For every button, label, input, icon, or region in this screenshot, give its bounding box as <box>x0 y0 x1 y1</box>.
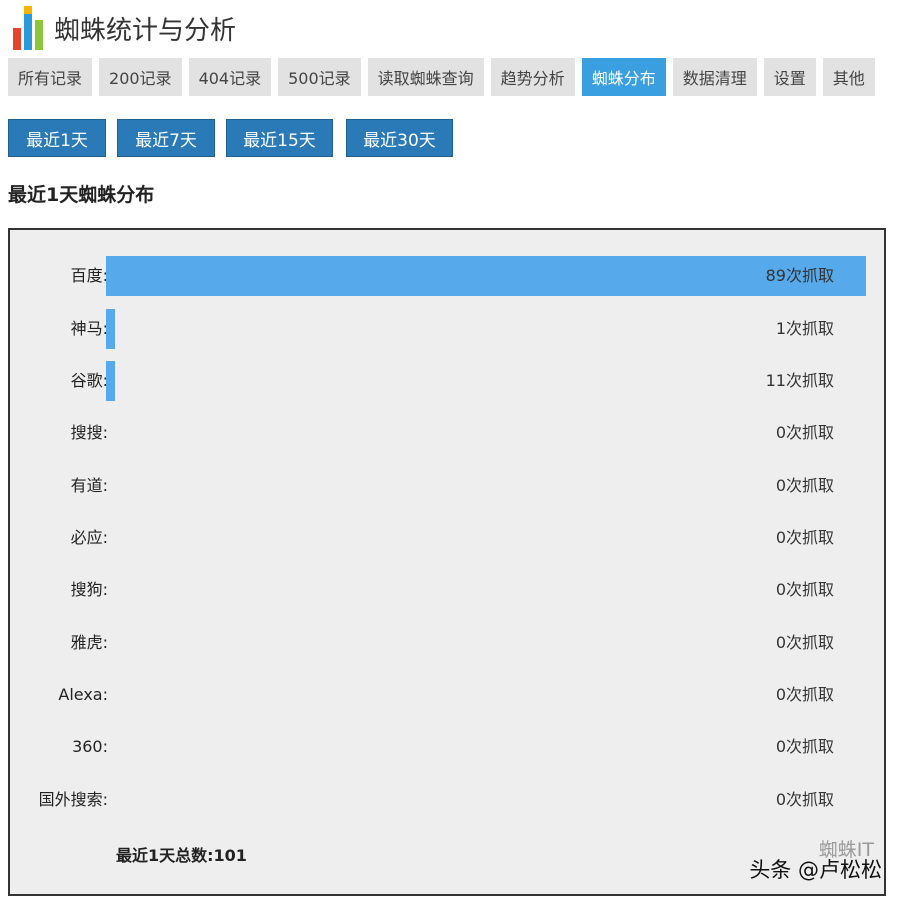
distribution-row: Alexa: 0次抓取 <box>10 675 884 715</box>
distribution-row: 必应: 0次抓取 <box>10 518 884 558</box>
distribution-row: 神马: 1次抓取 <box>10 309 884 349</box>
row-label: 神马: <box>70 319 108 338</box>
bar-value: 0次抓取 <box>775 633 834 652</box>
row-label: 必应: <box>70 528 108 547</box>
bar-value: 0次抓取 <box>775 580 834 599</box>
bar-value: 11次抓取 <box>765 371 834 390</box>
distribution-row: 搜搜: 0次抓取 <box>10 413 884 453</box>
row-label: 搜搜: <box>70 423 108 442</box>
row-label: 360: <box>72 737 108 756</box>
bar-value: 0次抓取 <box>775 685 834 704</box>
row-label: 国外搜索: <box>38 790 108 809</box>
bar-value: 0次抓取 <box>775 790 834 809</box>
distribution-panel: 最近1天总数:101 百度: 89次抓取神马: 1次抓取谷歌: 11次抓取搜搜: 0次抓… <box>8 228 886 896</box>
range-button[interactable]: 最近30天 <box>346 119 453 157</box>
nav-tab[interactable]: 404记录 <box>188 58 272 96</box>
bar-value: 0次抓取 <box>775 528 834 547</box>
bar-track: 0次抓取 <box>106 518 866 558</box>
row-label: 谷歌: <box>70 371 108 390</box>
nav-tab[interactable]: 所有记录 <box>8 58 93 96</box>
distribution-row: 谷歌: 11次抓取 <box>10 361 884 401</box>
range-button[interactable]: 最近1天 <box>8 119 106 157</box>
distribution-row: 百度: 89次抓取 <box>10 256 884 296</box>
total-count: 最近1天总数:101 <box>116 846 247 865</box>
nav-tab[interactable]: 数据清理 <box>672 58 757 96</box>
nav-tab[interactable]: 蜘蛛分布 <box>581 58 666 96</box>
bar-value: 0次抓取 <box>775 476 834 495</box>
distribution-row: 360: 0次抓取 <box>10 727 884 767</box>
bar-track: 0次抓取 <box>106 570 866 610</box>
bar-track: 1次抓取 <box>106 309 866 349</box>
bar-track: 11次抓取 <box>106 361 866 401</box>
bar-value: 1次抓取 <box>775 319 834 338</box>
distribution-row: 雅虎: 0次抓取 <box>10 623 884 663</box>
bar <box>106 309 115 349</box>
bar-chart-logo-icon <box>13 6 43 50</box>
row-label: 雅虎: <box>70 633 108 652</box>
row-label: Alexa: <box>58 685 108 704</box>
bar <box>106 361 115 401</box>
section-title: 最近1天蜘蛛分布 <box>8 184 155 206</box>
bar-track: 0次抓取 <box>106 727 866 767</box>
nav-tab[interactable]: 趋势分析 <box>490 58 575 96</box>
range-button[interactable]: 最近15天 <box>226 119 333 157</box>
row-label: 搜狗: <box>70 580 108 599</box>
nav-tab[interactable]: 200记录 <box>99 58 182 96</box>
bar <box>106 256 866 296</box>
bar-track: 0次抓取 <box>106 780 866 820</box>
bar-value: 89次抓取 <box>765 266 834 285</box>
bar-track: 0次抓取 <box>106 413 866 453</box>
nav-tab[interactable]: 读取蜘蛛查询 <box>367 58 484 96</box>
watermark: 头条 @卢松松 <box>749 858 882 882</box>
bar-track: 89次抓取 <box>106 256 866 296</box>
row-label: 百度: <box>70 266 108 285</box>
bar-track: 0次抓取 <box>106 675 866 715</box>
nav-tab[interactable]: 其他 <box>822 58 875 96</box>
bar-value: 0次抓取 <box>775 737 834 756</box>
nav-tabs: 所有记录 200记录 404记录 500记录 读取蜘蛛查询 趋势分析 蜘蛛分布 数据清理 设置其… <box>8 58 875 96</box>
distribution-row: 有道: 0次抓取 <box>10 466 884 506</box>
bar-value: 0次抓取 <box>775 423 834 442</box>
nav-tab[interactable]: 设置 <box>763 58 816 96</box>
range-button[interactable]: 最近7天 <box>117 119 215 157</box>
distribution-row: 国外搜索: 0次抓取 <box>10 780 884 820</box>
bar-track: 0次抓取 <box>106 466 866 506</box>
distribution-row: 搜狗: 0次抓取 <box>10 570 884 610</box>
app-header: 蜘蛛统计与分析 <box>12 4 236 52</box>
nav-tab[interactable]: 500记录 <box>278 58 361 96</box>
bar-track: 0次抓取 <box>106 623 866 663</box>
range-buttons: 最近1天 最近7天 最近15天 最近30天 <box>8 119 453 157</box>
row-label: 有道: <box>70 476 108 495</box>
app-title: 蜘蛛统计与分析 <box>54 15 237 46</box>
